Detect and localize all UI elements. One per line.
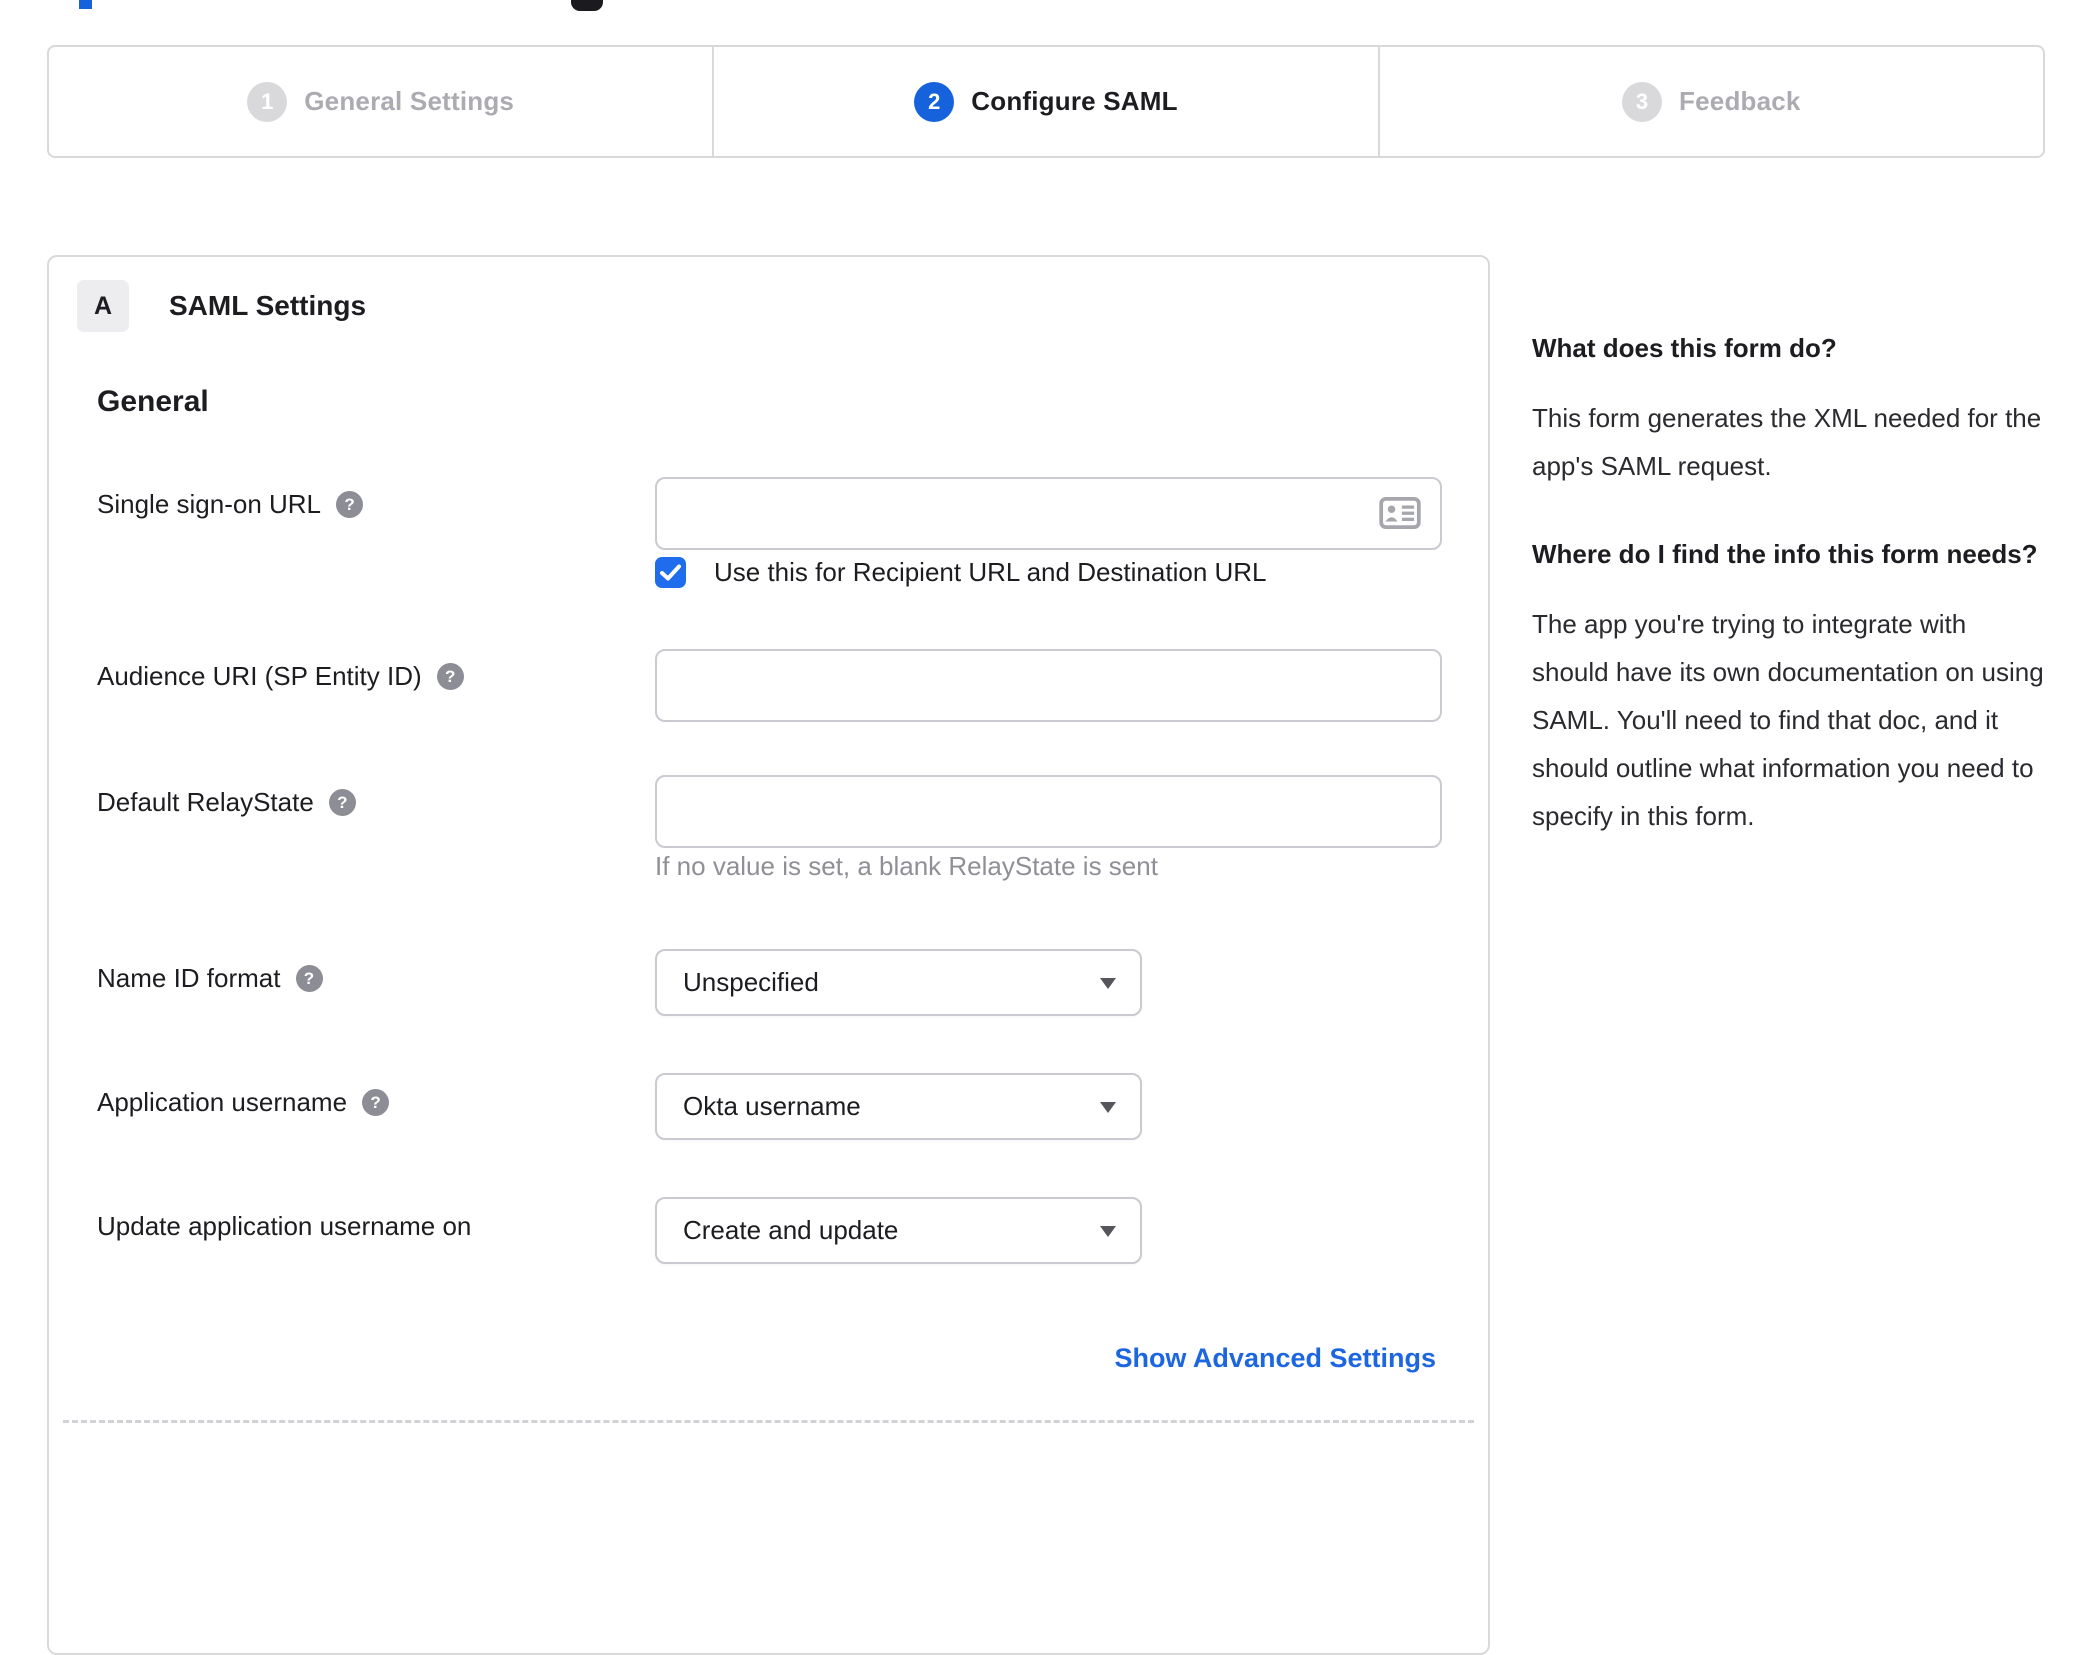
recipient-url-checkbox-row: Use this for Recipient URL and Destinati… <box>655 557 1267 588</box>
update-username-label-row: Update application username on <box>97 1211 471 1242</box>
help-icon[interactable]: ? <box>362 1089 390 1116</box>
audience-uri-input[interactable] <box>655 649 1442 722</box>
audience-uri-label-row: Audience URI (SP Entity ID) ? <box>97 661 464 692</box>
saml-settings-card: A SAML Settings General Single sign-on U… <box>47 255 1490 1655</box>
help-sidebar: What does this form do? This form genera… <box>1532 328 2048 884</box>
sidebar-paragraph-1: This form generates the XML needed for t… <box>1532 403 2042 481</box>
name-id-format-label: Name ID format <box>97 963 281 993</box>
update-username-value: Create and update <box>683 1215 899 1245</box>
step-label: Configure SAML <box>971 86 1178 116</box>
app-username-select[interactable]: Okta username <box>655 1073 1142 1140</box>
contact-card-icon <box>1379 497 1421 529</box>
cutoff-blue-fragment <box>79 0 92 9</box>
help-icon[interactable]: ? <box>295 965 323 992</box>
step-number-badge: 3 <box>1622 81 1663 122</box>
update-username-label: Update application username on <box>97 1211 472 1241</box>
relaystate-label: Default RelayState <box>97 787 314 817</box>
sidebar-paragraph-2: The app you're trying to integrate with … <box>1532 609 2044 831</box>
relaystate-label-row: Default RelayState ? <box>97 787 356 818</box>
dropdown-arrow-icon <box>1100 1101 1116 1113</box>
sso-url-label: Single sign-on URL <box>97 489 322 519</box>
recipient-url-checkbox[interactable] <box>655 557 686 588</box>
step-number-badge: 1 <box>247 81 288 122</box>
name-id-format-value: Unspecified <box>683 967 819 997</box>
relaystate-input[interactable] <box>655 775 1442 848</box>
name-id-format-label-row: Name ID format ? <box>97 963 323 994</box>
section-dashed-divider <box>63 1420 1474 1423</box>
relaystate-hint: If no value is set, a blank RelayState i… <box>655 851 1158 881</box>
dropdown-arrow-icon <box>1100 977 1116 989</box>
step-configure-saml[interactable]: 2 Configure SAML <box>712 47 1377 156</box>
section-title: SAML Settings <box>169 290 367 321</box>
audience-uri-label: Audience URI (SP Entity ID) <box>97 661 422 691</box>
help-icon[interactable]: ? <box>336 491 364 518</box>
section-header: A SAML Settings <box>77 280 366 332</box>
step-label: Feedback <box>1679 86 1801 116</box>
step-general-settings[interactable]: 1 General Settings <box>49 47 712 156</box>
sso-url-label-row: Single sign-on URL ? <box>97 489 364 520</box>
general-group-title: General <box>97 385 209 418</box>
name-id-format-select[interactable]: Unspecified <box>655 949 1142 1016</box>
wizard-stepper: 1 General Settings 2 Configure SAML 3 Fe… <box>47 45 2045 158</box>
step-label: General Settings <box>304 86 515 116</box>
recipient-url-checkbox-label[interactable]: Use this for Recipient URL and Destinati… <box>714 557 1267 588</box>
help-icon[interactable]: ? <box>328 789 356 816</box>
sidebar-heading-1: What does this form do? <box>1532 333 1837 363</box>
app-username-label-row: Application username ? <box>97 1087 390 1118</box>
dropdown-arrow-icon <box>1100 1225 1116 1237</box>
app-username-label: Application username <box>97 1087 348 1117</box>
show-advanced-settings-link[interactable]: Show Advanced Settings <box>1114 1343 1436 1374</box>
update-username-select[interactable]: Create and update <box>655 1197 1142 1264</box>
sso-url-input[interactable] <box>655 477 1442 550</box>
step-feedback[interactable]: 3 Feedback <box>1377 47 2043 156</box>
help-icon[interactable]: ? <box>436 663 464 690</box>
check-icon <box>660 564 681 581</box>
step-number-badge: 2 <box>914 81 955 122</box>
cutoff-dark-fragment <box>571 0 603 11</box>
app-username-value: Okta username <box>683 1091 861 1121</box>
section-a-badge: A <box>77 280 129 332</box>
sidebar-heading-2: Where do I find the info this form needs… <box>1532 539 2038 569</box>
